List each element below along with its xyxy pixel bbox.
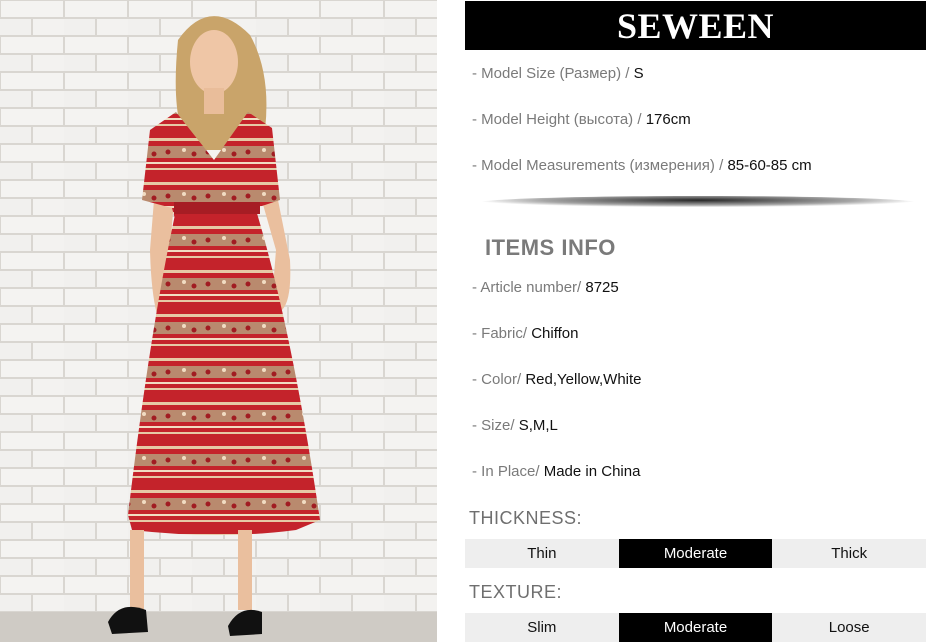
size-value: S,M,L — [518, 417, 558, 434]
texture-title: TEXTURE: — [469, 582, 563, 602]
model-size-label: - Model Size (Размер) / — [472, 65, 634, 82]
size-label: - Size/ — [472, 417, 519, 434]
article-number-value: 8725 — [585, 279, 619, 296]
model-height-label: - Model Height (высота) / — [472, 111, 646, 128]
model-height-value: 176cm — [645, 111, 691, 128]
texture-option-loose: Loose — [772, 613, 926, 642]
article-number-row: - Article number/ 8725 — [472, 279, 619, 296]
brand-header: SEWEEN — [465, 1, 926, 50]
texture-scale: Slim Moderate Loose — [465, 613, 926, 642]
size-row: - Size/ S,M,L — [472, 417, 558, 434]
thickness-option-moderate: Moderate — [618, 539, 773, 568]
model-measurements-row: - Model Measurements (измерения) / 85-60… — [472, 157, 812, 174]
product-photo — [0, 0, 437, 642]
section-divider — [476, 196, 920, 216]
thickness-scale: Thin Moderate Thick — [465, 539, 926, 568]
fabric-label: - Fabric/ — [472, 325, 532, 342]
fabric-row: - Fabric/ Chiffon — [472, 325, 578, 342]
thickness-option-thin: Thin — [465, 539, 619, 568]
texture-option-slim: Slim — [465, 613, 619, 642]
thickness-option-thick: Thick — [772, 539, 926, 568]
model-height-row: - Model Height (высота) / 176cm — [472, 111, 691, 128]
model-size-value: S — [633, 65, 644, 82]
origin-value: Made in China — [543, 463, 641, 480]
model-measurements-label: - Model Measurements (измерения) / — [472, 157, 728, 174]
texture-option-moderate: Moderate — [618, 613, 773, 642]
fabric-value: Chiffon — [531, 325, 579, 342]
thickness-title: THICKNESS: — [469, 508, 583, 528]
model-size-row: - Model Size (Размер) / S — [472, 65, 644, 82]
brand-name: SEWEEN — [616, 5, 775, 46]
model-in-dress-image — [0, 0, 437, 642]
origin-row: - In Place/ Made in China — [472, 463, 640, 480]
color-value: Red,Yellow,White — [525, 371, 642, 388]
color-row: - Color/ Red,Yellow,White — [472, 371, 642, 388]
origin-label: - In Place/ — [472, 463, 544, 480]
color-label: - Color/ — [472, 371, 526, 388]
article-number-label: - Article number/ — [472, 279, 586, 296]
model-measurements-value: 85-60-85 cm — [727, 157, 812, 174]
items-info-title: ITEMS INFO — [485, 235, 616, 260]
